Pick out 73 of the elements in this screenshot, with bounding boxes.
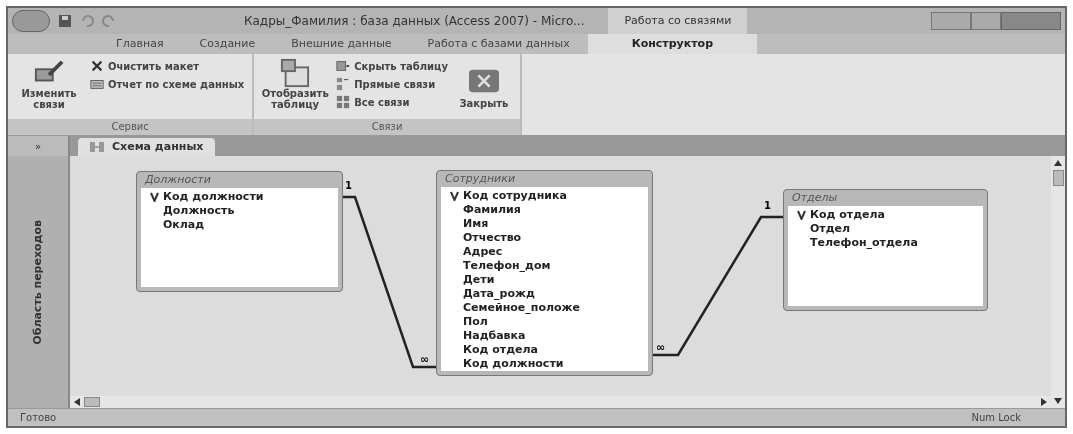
field-name[interactable]: Фамилия xyxy=(463,203,521,217)
minimize-button[interactable] xyxy=(931,12,971,30)
horizontal-scrollbar[interactable] xyxy=(70,396,1051,408)
vertical-scrollbar[interactable] xyxy=(1051,156,1065,408)
field-name[interactable]: Надбавка xyxy=(463,329,526,343)
down-arrow-icon[interactable] xyxy=(1054,398,1062,404)
ribbon-tab[interactable]: Работа с базами данных xyxy=(409,34,588,54)
ribbon-large-button[interactable]: Отобразить таблицу xyxy=(262,58,329,110)
table-window[interactable]: Должности Код должности Должность Оклад xyxy=(136,171,343,292)
table-title: Должности xyxy=(143,172,212,188)
maximize-button[interactable] xyxy=(971,12,1001,30)
right-arrow-icon[interactable] xyxy=(1041,398,1047,406)
ribbon-large-button[interactable]: Закрыть xyxy=(455,66,512,111)
ribbon-group-label: Связи xyxy=(254,119,520,135)
field-name[interactable]: Отчество xyxy=(463,231,522,245)
table-icon xyxy=(336,59,351,73)
document-tab[interactable]: Схема данных xyxy=(78,138,216,156)
ribbon-tab[interactable]: Создание xyxy=(181,34,274,54)
relationship-many-label: ∞ xyxy=(420,354,430,366)
window-title: Кадры_Фамилия : база данных (Access 2007) - Micro... xyxy=(244,13,585,30)
field-name[interactable]: Код должности xyxy=(463,357,564,371)
report-icon xyxy=(90,77,104,91)
status-indicator: Num Lock xyxy=(971,411,1021,425)
ribbon-tab[interactable]: Главная xyxy=(98,34,182,54)
field-name[interactable]: Адрес xyxy=(463,245,503,259)
left-arrow-icon[interactable] xyxy=(74,398,80,406)
table-icon xyxy=(280,58,311,88)
field-name[interactable]: Код отдела xyxy=(463,343,539,357)
field-name[interactable]: Код должности xyxy=(163,190,264,204)
table-title: Отделы xyxy=(791,190,839,206)
office-button[interactable] xyxy=(12,10,50,32)
field-name[interactable]: Код сотрудника xyxy=(463,189,567,203)
up-arrow-icon[interactable] xyxy=(1054,160,1062,166)
field-name[interactable]: Пол xyxy=(463,315,488,329)
save-icon[interactable] xyxy=(58,14,72,28)
field-name[interactable]: Телефон_отдела xyxy=(810,236,918,250)
close-button[interactable] xyxy=(1001,12,1061,30)
context-tab-title: Работа со связями xyxy=(608,8,748,34)
field-name[interactable]: Отдел xyxy=(810,222,851,236)
status-text: Готово xyxy=(20,411,57,425)
expand-button[interactable]: » xyxy=(8,136,68,156)
field-name[interactable]: Дети xyxy=(463,273,495,287)
table-title: Сотрудники xyxy=(444,171,517,187)
ribbon-group-label: Сервис xyxy=(8,119,253,135)
field-name[interactable]: Дата_рожд xyxy=(463,287,535,301)
field-name[interactable]: Код отдела xyxy=(810,208,886,222)
field-name[interactable]: Телефон_дом xyxy=(463,259,551,273)
ribbon-button[interactable]: Все связи xyxy=(336,94,448,110)
scrollbar-thumb[interactable] xyxy=(84,397,100,407)
field-name[interactable]: Оклад xyxy=(163,218,205,232)
ribbon-large-button[interactable]: Изменить связи xyxy=(16,58,82,110)
scrollbar-thumb[interactable] xyxy=(1052,170,1064,186)
ribbon-tab[interactable]: Конструктор xyxy=(587,34,758,54)
field-name[interactable]: Имя xyxy=(463,217,489,231)
table-window[interactable]: Отделы Код отдела Отдел Телефон_отдела xyxy=(783,189,988,311)
field-name[interactable]: Семейное_положе xyxy=(463,301,580,315)
ribbon-button[interactable]: Очистить макет xyxy=(90,58,245,74)
redo-icon[interactable] xyxy=(102,14,116,28)
ribbon-button[interactable]: Прямые связи xyxy=(336,76,448,92)
ribbon-button[interactable]: Скрыть таблицу xyxy=(336,58,448,74)
ribbon-tab[interactable]: Внешние данные xyxy=(273,34,410,54)
undo-icon[interactable] xyxy=(80,14,94,28)
navigation-pane-label[interactable]: Область переходов xyxy=(29,219,47,345)
field-name[interactable]: Должность xyxy=(163,204,235,218)
relationship-icon xyxy=(336,77,351,91)
close-icon xyxy=(90,59,104,73)
table-window[interactable]: Сотрудники Код сотрудника Фамилия Имя Отчество Адрес Телефон_дом Дети Дата_рожд Семейное_положе Пол Надбавка Код отдела Код должности xyxy=(436,170,653,376)
ribbon-button[interactable]: Отчет по схеме данных xyxy=(90,76,245,92)
relationship-one-label: 1 xyxy=(764,200,771,212)
relationship-one-label: 1 xyxy=(345,180,352,192)
relationship-icon xyxy=(90,142,104,152)
relationship-icon xyxy=(336,95,351,109)
relationship-many-label: ∞ xyxy=(656,342,666,354)
